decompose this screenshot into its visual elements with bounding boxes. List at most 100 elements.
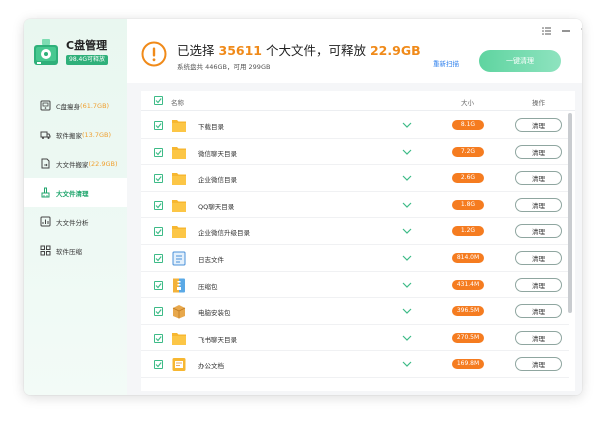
check-icon	[155, 335, 162, 342]
row-checkbox[interactable]	[154, 121, 163, 130]
chevron-down-icon[interactable]	[402, 228, 412, 235]
chart-icon	[40, 216, 51, 227]
check-icon	[155, 98, 162, 104]
sidebar-item-large-file-clean[interactable]: 大文件清理	[24, 178, 127, 207]
chevron-down-icon[interactable]	[402, 175, 412, 182]
chevron-down-icon[interactable]	[402, 202, 412, 208]
row-clean-button[interactable]: 清理	[515, 330, 562, 345]
size-badge: 2.6G	[452, 173, 484, 184]
check-icon	[155, 149, 162, 155]
size-badge: 396.5M	[452, 306, 484, 317]
sidebar-item-label: 大文件清理	[56, 189, 89, 198]
check-icon	[155, 362, 162, 368]
folder-icon	[172, 120, 186, 132]
sidebar-item-large-file-move[interactable]: 大文件搬家 (22.9GB)	[24, 149, 127, 178]
app-logo-area: C盘管理 98.4G可释放	[32, 39, 109, 69]
disk-icon	[40, 100, 51, 111]
row-checkbox[interactable]	[154, 147, 163, 157]
row-name: 企业微信升级目录	[198, 229, 250, 238]
row-checkbox[interactable]	[154, 280, 163, 290]
sidebar-nav: C盘瘦身 (61.7GB) 软件搬家 (13.7GB) 大文件搬家 (22.9GB) …	[24, 91, 127, 265]
sidebar-item-software-move[interactable]: 软件搬家 (13.7GB)	[24, 120, 127, 149]
folder-icon	[172, 173, 186, 186]
broom-icon	[41, 187, 50, 198]
row-clean-button[interactable]: 清理	[515, 250, 562, 265]
size-badge: 8.1G	[452, 120, 484, 130]
chevron-down-icon[interactable]	[402, 308, 412, 315]
row-name: 微信聊天目录	[198, 149, 237, 158]
chevron-down-icon[interactable]	[402, 149, 412, 155]
size-badge: 431.4M	[452, 279, 484, 290]
row-name: 企业微信目录	[198, 176, 237, 185]
sidebar-item-label: C盘瘦身	[56, 102, 81, 111]
row-clean-button[interactable]: 清理	[515, 224, 562, 239]
menu-icon[interactable]	[541, 25, 553, 37]
check-icon	[155, 176, 162, 182]
size-badge: 1.2G	[452, 226, 484, 237]
app-title: C盘管理	[66, 39, 108, 52]
disk-info: 系统盘共 446GB，可用 299GB	[177, 63, 271, 71]
document-icon	[172, 358, 186, 372]
table-row: 飞书聊天目录 270.5M 清理	[141, 325, 569, 352]
size-badge: 7.2G	[452, 146, 484, 157]
table-row: 办公文档 169.8M 清理	[141, 351, 569, 378]
row-clean-button[interactable]: 清理	[515, 277, 562, 292]
sidebar-item-label: 大文件分析	[56, 218, 89, 227]
file-move-icon	[41, 158, 50, 169]
main-content: 已选择 35611 个大文件，可释放 22.9GB 系统盘共 446GB，可用 …	[127, 19, 582, 395]
folder-icon	[172, 146, 186, 159]
chevron-down-icon[interactable]	[402, 361, 412, 368]
row-checkbox[interactable]	[154, 253, 163, 263]
list-header: 名称 大小 操作	[141, 91, 575, 111]
chevron-down-icon[interactable]	[402, 122, 412, 128]
chevron-down-icon[interactable]	[402, 282, 412, 288]
rescan-link[interactable]: 重新扫描	[433, 58, 459, 68]
summary-headline: 已选择 35611 个大文件，可释放 22.9GB	[177, 43, 421, 58]
row-checkbox[interactable]	[154, 333, 163, 343]
row-clean-button[interactable]: 清理	[515, 357, 562, 372]
apps-icon	[40, 245, 51, 256]
row-checkbox[interactable]	[154, 360, 163, 370]
sidebar-item-label: 软件压缩	[56, 247, 82, 256]
log-file-icon	[172, 251, 186, 266]
select-all-checkbox[interactable]	[154, 96, 163, 105]
row-clean-button[interactable]: 清理	[515, 118, 562, 132]
row-clean-button[interactable]: 清理	[515, 197, 562, 212]
free-space-badge: 98.4G可释放	[66, 55, 109, 65]
summary-bar: 已选择 35611 个大文件，可释放 22.9GB 系统盘共 446GB，可用 …	[127, 19, 582, 83]
app-window: C盘管理 98.4G可释放 C盘瘦身 (61.7GB) 软件搬家 (13.7GB) …	[24, 19, 582, 395]
disk-logo-icon	[34, 39, 58, 65]
folder-icon	[172, 199, 186, 212]
chevron-down-icon[interactable]	[402, 335, 412, 341]
selected-file-count: 35611	[218, 43, 263, 58]
file-rows: 下载目录 8.1G 清理 微信聊天目录 7.2G 清理 企业微信目录 2.6G …	[141, 112, 569, 378]
row-clean-button[interactable]: 清理	[515, 304, 562, 319]
list-scrollbar[interactable]	[568, 113, 572, 313]
row-clean-button[interactable]: 清理	[515, 171, 562, 186]
row-checkbox[interactable]	[154, 200, 163, 210]
table-row: 企业微信目录 2.6G 清理	[141, 165, 569, 192]
row-checkbox[interactable]	[154, 174, 163, 184]
row-clean-button[interactable]: 清理	[515, 144, 562, 159]
row-name: QQ聊天目录	[198, 202, 235, 211]
folder-icon	[172, 226, 186, 239]
back-icon[interactable]	[579, 25, 582, 37]
row-name: 办公文档	[198, 362, 224, 371]
table-row: 日志文件 814.0M 清理	[141, 245, 569, 272]
row-checkbox[interactable]	[154, 307, 163, 317]
minimize-icon[interactable]	[560, 25, 572, 37]
releasable-size: 22.9GB	[369, 43, 421, 58]
sidebar-item-c-disk-slim[interactable]: C盘瘦身 (61.7GB)	[24, 91, 127, 120]
row-name: 飞书聊天目录	[198, 335, 237, 344]
chevron-down-icon[interactable]	[402, 255, 412, 261]
row-checkbox[interactable]	[154, 227, 163, 237]
clean-all-button[interactable]: 一键清理	[479, 50, 561, 72]
sidebar-item-software-compress[interactable]: 软件压缩	[24, 236, 127, 265]
size-badge: 814.0M	[452, 252, 484, 263]
sidebar-item-large-file-analysis[interactable]: 大文件分析	[24, 207, 127, 236]
sidebar-item-label: 软件搬家	[56, 131, 82, 140]
header-size: 大小	[461, 99, 474, 107]
table-row: 压缩包 431.4M 清理	[141, 272, 569, 299]
size-badge: 270.5M	[452, 332, 484, 343]
check-icon	[155, 282, 162, 288]
